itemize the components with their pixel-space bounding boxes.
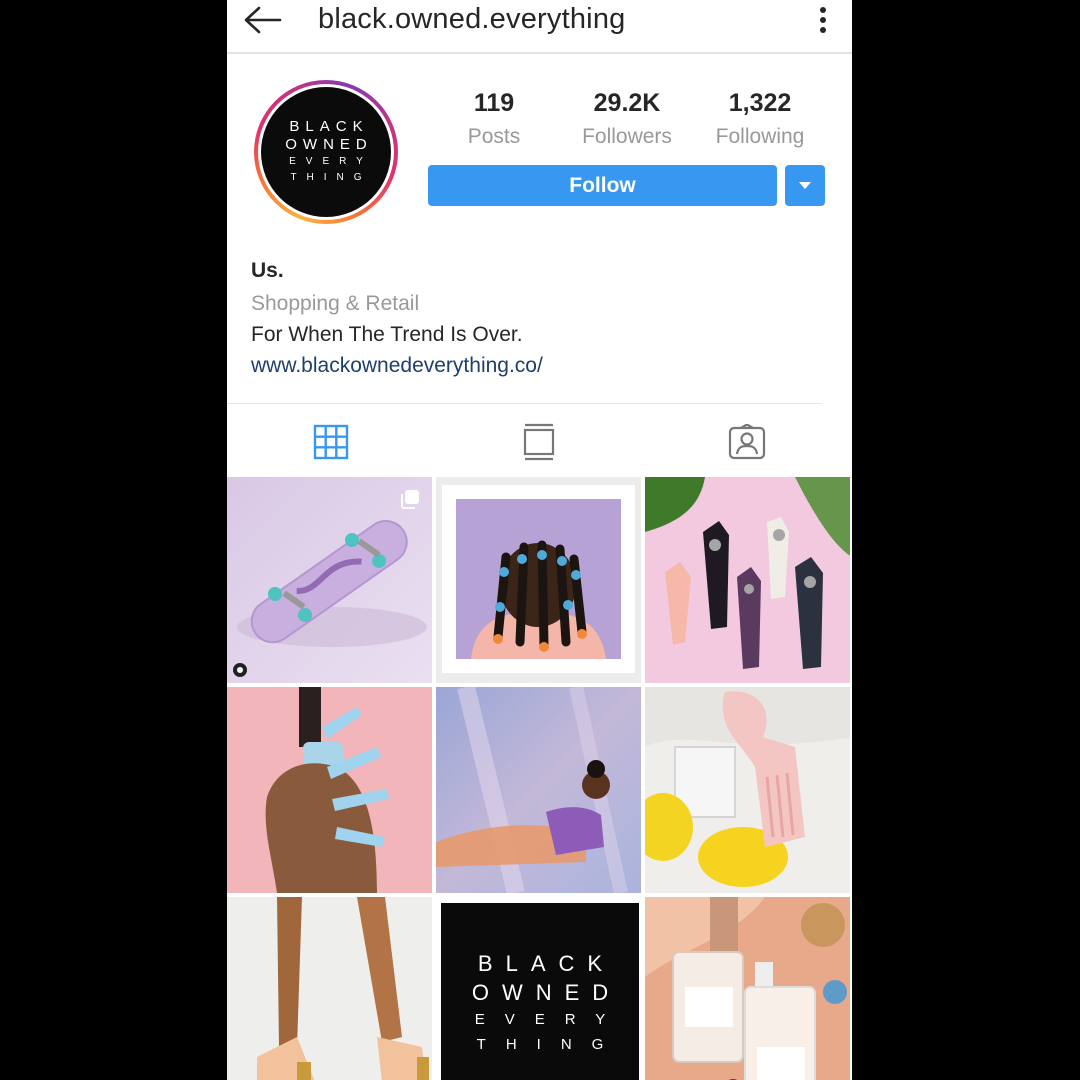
- avatar-text-line: OWNED: [285, 136, 373, 153]
- back-button[interactable]: [241, 0, 285, 40]
- avatar-text-line: EVERY: [289, 156, 373, 167]
- following-stat[interactable]: 1,322 Following: [690, 88, 830, 152]
- post-tile-braids[interactable]: [436, 477, 641, 683]
- grid-icon: [313, 424, 349, 460]
- profile-name: Us.: [251, 259, 284, 282]
- profile-username: black.owned.everything: [318, 3, 626, 35]
- followers-count: 29.2K: [593, 89, 661, 117]
- post-tile-nails[interactable]: [227, 687, 432, 893]
- logo-text-line: EVERY: [474, 1011, 626, 1028]
- post-tile-skateboard[interactable]: [227, 477, 432, 683]
- multiple-posts-icon: [401, 490, 419, 509]
- followers-label: Followers: [582, 125, 672, 148]
- hair-pick-lemons-image: [645, 687, 850, 893]
- tagged-icon: [728, 424, 766, 460]
- nail-polish-hand-image: [227, 687, 432, 893]
- posts-label: Posts: [467, 125, 521, 148]
- post-tile-heels[interactable]: [227, 897, 432, 1080]
- suggested-dropdown-button[interactable]: [785, 165, 825, 206]
- post-tile-logo[interactable]: BLACK OWNED EVERY THING: [436, 897, 641, 1080]
- profile-website-link[interactable]: www.blackownedeverything.co/: [251, 350, 831, 381]
- follow-button[interactable]: Follow: [428, 165, 777, 206]
- more-vertical-icon: [820, 7, 826, 33]
- profile-category: Shopping & Retail: [251, 292, 420, 315]
- tab-grid[interactable]: [307, 418, 355, 466]
- arrow-left-icon: [244, 6, 282, 34]
- chevron-down-icon: [799, 182, 811, 189]
- logo-text-line: THING: [476, 1036, 624, 1053]
- reclining-woman-image: [436, 687, 641, 893]
- profile-bio-text: For When The Trend Is Over.: [251, 323, 523, 346]
- phone-screen: black.owned.everything BLACK OWNED EVERY…: [227, 0, 852, 1080]
- post-tile-reclining-woman[interactable]: [436, 687, 641, 893]
- following-count: 1,322: [728, 89, 792, 117]
- avatar-text-line: BLACK: [289, 118, 369, 135]
- avatar-story-ring[interactable]: BLACK OWNED EVERY THING: [254, 80, 398, 224]
- tab-feed[interactable]: [515, 418, 563, 466]
- avatar-text-line: THING: [290, 172, 372, 183]
- tab-tagged[interactable]: [723, 418, 771, 466]
- post-tile-perfume[interactable]: [645, 897, 850, 1080]
- following-label: Following: [715, 125, 805, 148]
- posts-stat[interactable]: 119 Posts: [424, 88, 564, 152]
- perfume-bottles-image: [645, 897, 850, 1080]
- feed-icon: [523, 423, 555, 461]
- logo-text-line: OWNED: [471, 980, 622, 1005]
- followers-stat[interactable]: 29.2K Followers: [557, 88, 697, 152]
- logo-text-line: BLACK: [477, 951, 616, 976]
- top-bar: black.owned.everything: [227, 0, 852, 54]
- heels-image: [227, 897, 432, 1080]
- avatar: BLACK OWNED EVERY THING: [261, 87, 391, 217]
- camera-indicator-icon: [233, 663, 247, 677]
- braided-hair-portrait-image: [436, 477, 641, 683]
- crystal-pipes-image: [645, 477, 850, 683]
- post-tile-hair-pick[interactable]: [645, 687, 850, 893]
- divider: [227, 403, 822, 404]
- more-options-button[interactable]: [807, 0, 839, 40]
- logo-tile-image: BLACK OWNED EVERY THING: [441, 903, 639, 1080]
- posts-count: 119: [473, 89, 515, 117]
- post-tile-crystals[interactable]: [645, 477, 850, 683]
- profile-bio: Us. Shopping & Retail For When The Trend…: [251, 257, 831, 381]
